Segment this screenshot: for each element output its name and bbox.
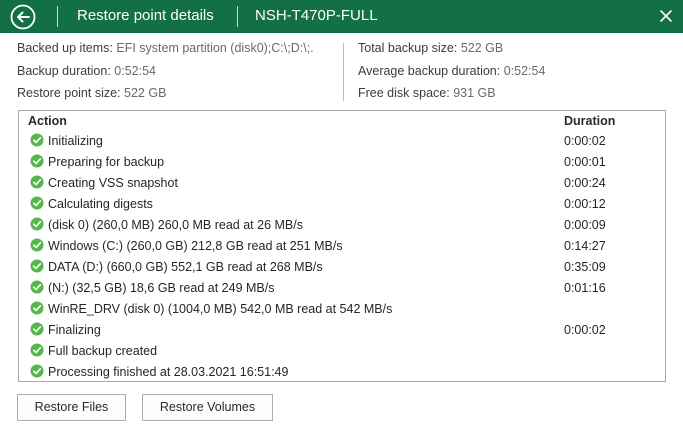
log-row[interactable]: WinRE_DRV (disk 0) (1004,0 MB) 542,0 MB …: [19, 299, 665, 319]
success-check-icon: [30, 175, 44, 189]
log-row-duration: 0:35:09: [564, 260, 606, 274]
log-row-duration: 0:00:24: [564, 176, 606, 190]
log-row-action: Initializing: [48, 134, 103, 148]
machine-name: NSH-T470P-FULL: [255, 7, 378, 24]
success-check-icon: [30, 154, 44, 168]
success-check-icon: [30, 133, 44, 147]
log-row[interactable]: DATA (D:) (660,0 GB) 552,1 GB read at 26…: [19, 257, 665, 277]
success-check-icon: [30, 196, 44, 210]
log-row[interactable]: (disk 0) (260,0 MB) 260,0 MB read at 26 …: [19, 215, 665, 235]
title-bar: Restore point details NSH-T470P-FULL: [0, 0, 683, 33]
log-row[interactable]: Windows (C:) (260,0 GB) 212,8 GB read at…: [19, 236, 665, 256]
log-row-duration: 0:00:12: [564, 197, 606, 211]
summary-value: EFI system partition (disk0);C:\;D:\;.: [116, 41, 314, 55]
log-row-duration: 0:00:02: [564, 323, 606, 337]
log-row[interactable]: Preparing for backup 0:00:01: [19, 152, 665, 172]
log-row-duration: 0:00:02: [564, 134, 606, 148]
title-divider: [57, 6, 58, 27]
restore-volumes-button[interactable]: Restore Volumes: [142, 394, 273, 421]
summary-label: Average backup duration:: [358, 64, 501, 78]
summary-label: Total backup size:: [358, 41, 458, 55]
action-log-list[interactable]: Action Duration Initializing 0:00:02 Prepa…: [18, 110, 666, 382]
summary-value: 931 GB: [453, 86, 496, 100]
title-divider: [237, 6, 238, 27]
summary-backup-duration: Backup duration: 0:52:54: [17, 64, 156, 78]
log-row-action: DATA (D:) (660,0 GB) 552,1 GB read at 26…: [48, 260, 323, 274]
log-row-action: Full backup created: [48, 344, 158, 358]
summary-value: 0:52:54: [114, 64, 157, 78]
summary-value: 0:52:54: [503, 64, 546, 78]
back-arrow-circle-icon: [10, 4, 36, 30]
close-icon: [660, 10, 672, 22]
log-row-action: Processing finished at 28.03.2021 16:51:…: [48, 365, 289, 379]
close-button[interactable]: [657, 7, 675, 25]
success-check-icon: [30, 217, 44, 231]
summary-total-backup-size: Total backup size: 522 GB: [358, 41, 503, 55]
log-row-action: Calculating digests: [48, 197, 153, 211]
summary-label: Backed up items:: [17, 41, 113, 55]
log-header-row: Action Duration: [19, 113, 665, 131]
summary-backed-up-items: Backed up items: EFI system partition (d…: [17, 41, 314, 55]
log-row-action: Windows (C:) (260,0 GB) 212,8 GB read at…: [48, 239, 343, 253]
summary-value: 522 GB: [460, 41, 504, 55]
summary-average-backup-duration: Average backup duration: 0:52:54: [358, 64, 545, 78]
log-row-action: Finalizing: [48, 323, 101, 337]
summary-label: Restore point size:: [17, 86, 121, 100]
summary-label: Backup duration:: [17, 64, 111, 78]
log-row[interactable]: Creating VSS snapshot 0:00:24: [19, 173, 665, 193]
success-check-icon: [30, 280, 44, 294]
success-check-icon: [30, 343, 44, 357]
log-row-action: WinRE_DRV (disk 0) (1004,0 MB) 542,0 MB …: [48, 302, 393, 316]
summary-restore-point-size: Restore point size: 522 GB: [17, 86, 166, 100]
log-row[interactable]: Full backup created: [19, 341, 665, 361]
log-row-duration: 0:14:27: [564, 239, 606, 253]
summary-divider: [343, 43, 344, 101]
restore-files-button[interactable]: Restore Files: [17, 394, 126, 421]
summary-free-disk-space: Free disk space: 931 GB: [358, 86, 496, 100]
log-row-duration: 0:01:16: [564, 281, 606, 295]
summary-value: 522 GB: [124, 86, 167, 100]
success-check-icon: [30, 238, 44, 252]
success-check-icon: [30, 322, 44, 336]
log-row-action: (N:) (32,5 GB) 18,6 GB read at 249 MB/s: [48, 281, 275, 295]
log-row[interactable]: Calculating digests 0:00:12: [19, 194, 665, 214]
success-check-icon: [30, 301, 44, 315]
window-title: Restore point details: [77, 7, 214, 24]
back-button[interactable]: [10, 4, 36, 30]
log-row-action: Preparing for backup: [48, 155, 165, 169]
success-check-icon: [30, 364, 44, 378]
success-check-icon: [30, 259, 44, 273]
log-row[interactable]: Processing finished at 28.03.2021 16:51:…: [19, 362, 665, 382]
log-row-duration: 0:00:09: [564, 218, 606, 232]
log-row[interactable]: Finalizing 0:00:02: [19, 320, 665, 340]
log-row-action: (disk 0) (260,0 MB) 260,0 MB read at 26 …: [48, 218, 303, 232]
column-header-action[interactable]: Action: [28, 114, 67, 128]
summary-label: Free disk space:: [358, 86, 450, 100]
log-row[interactable]: (N:) (32,5 GB) 18,6 GB read at 249 MB/s 0…: [19, 278, 665, 298]
log-row-duration: 0:00:01: [564, 155, 606, 169]
log-row[interactable]: Initializing 0:00:02: [19, 131, 665, 151]
log-row-action: Creating VSS snapshot: [48, 176, 178, 190]
column-header-duration[interactable]: Duration: [564, 114, 615, 128]
